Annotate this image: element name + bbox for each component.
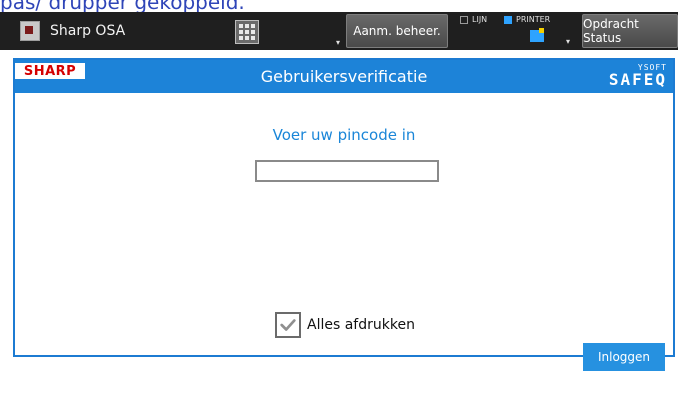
login-button[interactable]: Inloggen	[583, 343, 665, 371]
job-status-button[interactable]: Opdracht Status	[582, 14, 678, 48]
printer-icon[interactable]	[530, 28, 544, 42]
chevron-down-icon[interactable]: ▾	[336, 38, 340, 47]
chevron-down-icon[interactable]: ▾	[566, 37, 570, 46]
top-overlay-text: pas/ drupper gekoppeld.	[0, 0, 245, 14]
print-all-checkbox[interactable]	[275, 312, 301, 338]
pin-prompt: Voer uw pincode in	[272, 126, 416, 144]
app-title-label: Sharp OSA	[50, 23, 126, 39]
safeq-logo-main: SAFEQ	[608, 70, 667, 89]
sharp-osa-icon	[20, 21, 40, 41]
account-management-button[interactable]: Aanm. beheer.	[346, 14, 448, 48]
print-all-option[interactable]: Alles afdrukken	[275, 312, 415, 338]
line-indicator-icon	[460, 15, 468, 24]
printer-indicator-icon	[504, 15, 512, 24]
login-label: Inloggen	[597, 350, 651, 364]
print-all-label: Alles afdrukken	[307, 317, 415, 333]
line-status-label: LIJN	[472, 15, 488, 24]
keypad-icon[interactable]	[235, 20, 259, 44]
top-bar: Sharp OSA ▾ Aanm. beheer. LIJN PRINTER ▾…	[0, 12, 678, 50]
printer-status-label: PRINTER	[516, 15, 551, 24]
job-status-label: Opdracht Status	[583, 17, 639, 45]
line-status: LIJN	[460, 15, 487, 24]
pin-input[interactable]	[255, 160, 439, 182]
printer-status: PRINTER	[504, 15, 550, 24]
safeq-logo: YSOFT SAFEQ	[575, 63, 667, 89]
panel-header: SHARP Gebruikersverificatie YSOFT SAFEQ	[15, 60, 673, 93]
checkmark-icon	[280, 319, 296, 331]
auth-panel: SHARP Gebruikersverificatie YSOFT SAFEQ …	[13, 58, 675, 371]
app-title: Sharp OSA	[20, 12, 125, 50]
account-management-label: Aanm. beheer.	[353, 24, 441, 38]
